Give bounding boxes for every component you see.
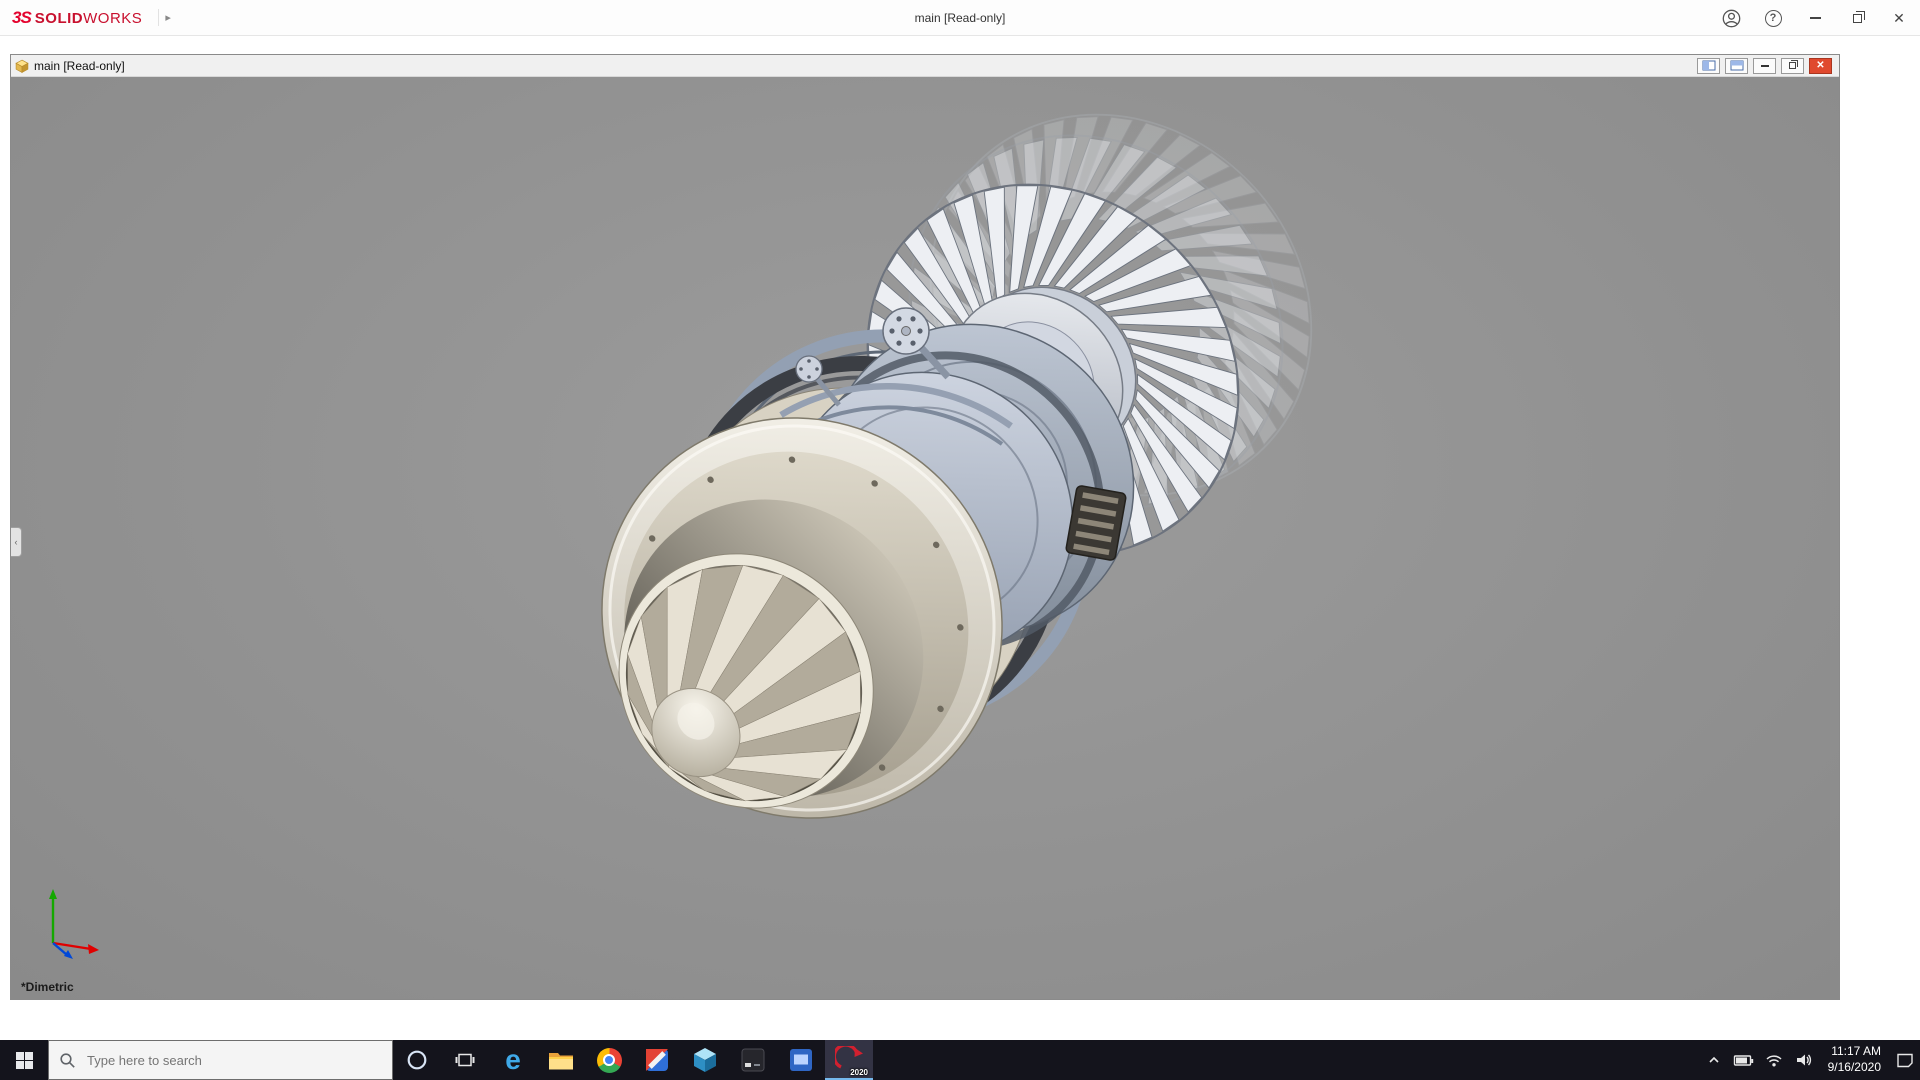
dark-app-icon <box>741 1048 765 1072</box>
maximize-button[interactable] <box>1836 0 1878 36</box>
menu-flyout-arrow-icon[interactable]: ▸ <box>158 9 177 26</box>
document-titlebar[interactable]: main [Read-only] ✕ <box>11 55 1839 77</box>
speaker-icon <box>1795 1051 1813 1069</box>
app-titlebar: 3S SOLIDWORKS ▸ main [Read-only] ? ✕ <box>0 0 1920 36</box>
folder-icon <box>548 1050 574 1071</box>
user-account-button[interactable] <box>1710 0 1752 36</box>
x-axis-arrow <box>88 944 99 954</box>
volume-tray-button[interactable] <box>1789 1040 1819 1080</box>
brand-name: SOLIDWORKS <box>35 10 143 27</box>
z-axis-arrow <box>64 950 73 959</box>
tray-time: 11:17 AM <box>1831 1044 1881 1060</box>
taskbar-search[interactable] <box>48 1040 393 1080</box>
windows-taskbar: e <box>0 1040 1920 1080</box>
ds-logo-mark: 3S <box>12 8 31 28</box>
cube-3d-icon <box>693 1047 717 1073</box>
windows-logo-icon <box>16 1052 33 1069</box>
casing-bracket <box>1065 485 1126 561</box>
start-button[interactable] <box>0 1040 48 1080</box>
doc-close-button[interactable]: ✕ <box>1809 58 1832 74</box>
file-explorer-icon[interactable] <box>537 1040 585 1080</box>
solidworks-taskbar-button[interactable]: 2020 <box>825 1040 873 1080</box>
network-tray-button[interactable] <box>1759 1040 1789 1080</box>
app-icon-dark[interactable] <box>729 1040 777 1080</box>
edge-icon[interactable]: e <box>489 1040 537 1080</box>
blue-app-icon <box>789 1048 813 1072</box>
chevron-up-icon <box>1706 1053 1722 1067</box>
battery-tray-button[interactable] <box>1729 1040 1759 1080</box>
help-button[interactable]: ? <box>1752 0 1794 36</box>
split-window-button[interactable] <box>1725 58 1748 74</box>
document-title: main [Read-only] <box>34 59 125 73</box>
action-center-button[interactable] <box>1890 1040 1920 1080</box>
restore-icon <box>1853 14 1862 23</box>
system-tray: 11:17 AM 9/16/2020 <box>1699 1040 1920 1080</box>
document-window-controls: ✕ <box>1697 58 1835 74</box>
wifi-icon <box>1765 1052 1783 1068</box>
tray-overflow-button[interactable] <box>1699 1040 1729 1080</box>
graphics-area[interactable]: *Dimetric ‹ <box>11 77 1839 999</box>
battery-icon <box>1733 1051 1754 1069</box>
chrome-icon[interactable] <box>585 1040 633 1080</box>
cortana-icon <box>406 1049 428 1071</box>
orientation-triad <box>33 881 117 965</box>
cortana-button[interactable] <box>393 1040 441 1080</box>
user-icon <box>1722 9 1741 28</box>
tile-window-button[interactable] <box>1697 58 1720 74</box>
close-button[interactable]: ✕ <box>1878 0 1920 36</box>
minimize-button[interactable] <box>1794 0 1836 36</box>
taskbar-clock[interactable]: 11:17 AM 9/16/2020 <box>1819 1044 1890 1075</box>
solidworks-version-badge: 2020 <box>850 1068 868 1077</box>
app-window-title: main [Read-only] <box>915 11 1006 25</box>
split-window-icon <box>1730 60 1744 71</box>
task-view-icon <box>455 1051 475 1069</box>
doc-minimize-icon <box>1761 65 1769 67</box>
task-view-button[interactable] <box>441 1040 489 1080</box>
action-center-icon <box>1896 1052 1914 1069</box>
minimize-icon <box>1810 17 1821 19</box>
panel-flyout-tab[interactable]: ‹ <box>11 527 22 557</box>
tray-date: 9/16/2020 <box>1828 1060 1881 1076</box>
search-icon <box>59 1052 76 1069</box>
document-window: main [Read-only] ✕ <box>10 54 1840 1000</box>
doc-minimize-button[interactable] <box>1753 58 1776 74</box>
app-window-controls: ? ✕ <box>1710 0 1920 36</box>
doc-restore-button[interactable] <box>1781 58 1804 74</box>
misc-app-icon <box>645 1048 669 1072</box>
y-axis-arrow <box>49 889 57 899</box>
engine-model <box>11 77 1839 999</box>
doc-restore-icon <box>1789 62 1796 69</box>
help-icon: ? <box>1765 10 1782 27</box>
view-orientation-label: *Dimetric <box>21 980 74 994</box>
part-document-icon <box>15 59 29 73</box>
cube-app-icon[interactable] <box>681 1040 729 1080</box>
solidworks-logo: 3S SOLIDWORKS <box>0 8 142 28</box>
app-icon-blue[interactable] <box>777 1040 825 1080</box>
search-input[interactable] <box>49 1041 392 1079</box>
tile-window-icon <box>1702 60 1716 71</box>
app-icon-misc[interactable] <box>633 1040 681 1080</box>
